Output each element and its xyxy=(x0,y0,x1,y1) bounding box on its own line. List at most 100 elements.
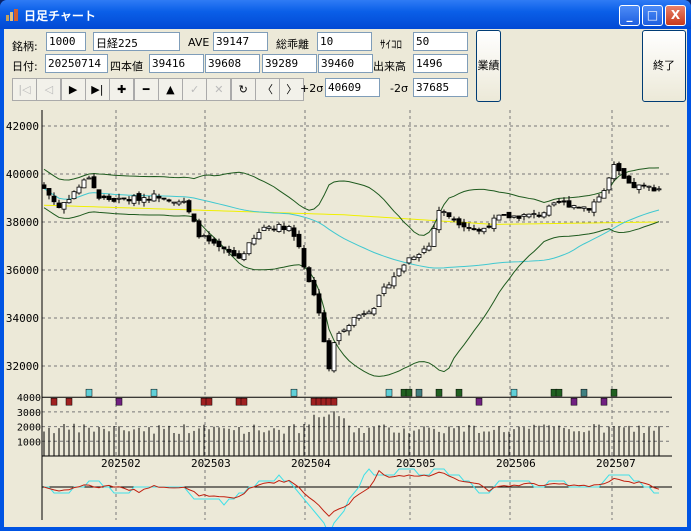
candle xyxy=(316,293,322,314)
candle xyxy=(566,200,572,208)
candle xyxy=(606,177,612,191)
low-input[interactable]: 39289 xyxy=(262,54,317,73)
title-bar[interactable]: 日足チャート _ □ X xyxy=(0,0,691,29)
candle xyxy=(311,279,317,296)
price-tick-label: 40000 xyxy=(6,168,39,181)
candle xyxy=(581,206,587,209)
refresh-button[interactable]: ↻ xyxy=(230,78,256,101)
candle xyxy=(226,248,232,253)
saikoro-input[interactable]: 50 xyxy=(413,32,468,51)
candle xyxy=(501,214,507,216)
candle xyxy=(626,175,632,184)
candle xyxy=(491,217,497,230)
ohlc-label: 四本値 xyxy=(110,60,143,73)
kairi-input[interactable]: 10 xyxy=(317,32,372,51)
check-button[interactable]: ✓ xyxy=(182,78,208,101)
first-button[interactable]: |◁ xyxy=(12,78,37,101)
candle xyxy=(66,199,72,204)
date-label: 日付: xyxy=(12,60,38,73)
volume-tick-label: 1000 xyxy=(17,437,41,448)
volume-input[interactable]: 1496 xyxy=(413,54,468,73)
price-chart[interactable]: 42000 40000 38000 36000 34000 32000 4000 3000 20… xyxy=(4,29,687,527)
candle xyxy=(541,212,547,218)
open-input[interactable]: 39416 xyxy=(149,54,204,73)
signal-marker xyxy=(290,388,298,397)
oscillator-cyan xyxy=(44,468,659,527)
candle xyxy=(451,218,457,221)
window-title: 日足チャート xyxy=(24,9,96,23)
candle xyxy=(391,276,397,287)
candle xyxy=(471,228,477,231)
candle xyxy=(346,325,352,332)
candle xyxy=(81,179,87,189)
candle xyxy=(251,237,257,245)
price-tick-label: 36000 xyxy=(6,264,39,277)
app-icon xyxy=(6,9,18,21)
signal-marker xyxy=(555,388,563,397)
minimize-button[interactable]: _ xyxy=(619,5,640,26)
zoom-in-button[interactable]: ✚ xyxy=(109,78,135,101)
price-tick-label: 38000 xyxy=(6,216,39,229)
candle xyxy=(576,206,582,209)
signal-marker xyxy=(50,397,58,406)
candle xyxy=(116,197,122,200)
zoom-out-button[interactable]: ━ xyxy=(133,78,159,101)
candle xyxy=(166,199,172,202)
close-button[interactable]: X xyxy=(665,5,686,26)
candle xyxy=(291,227,297,237)
client-area: 42000 40000 38000 36000 34000 32000 4000 3000 20… xyxy=(4,29,687,527)
candle xyxy=(181,200,187,203)
candle xyxy=(366,311,372,315)
last-button[interactable]: ▶| xyxy=(84,78,110,101)
candle xyxy=(651,187,657,192)
month-label: 202505 xyxy=(396,457,436,470)
signal-marker xyxy=(330,397,338,406)
up-button[interactable]: ▲ xyxy=(157,78,183,101)
plus2s-input[interactable]: 40609 xyxy=(325,78,380,97)
candle xyxy=(526,213,532,218)
play-button[interactable]: ▶ xyxy=(60,78,86,101)
signal-marker xyxy=(580,388,588,397)
candle xyxy=(631,181,637,189)
candle xyxy=(41,184,47,189)
date-input[interactable]: 20250714 xyxy=(45,54,108,73)
candle xyxy=(461,222,467,228)
minus2s-input[interactable]: 37685 xyxy=(413,78,468,97)
candle xyxy=(56,202,62,209)
signal-marker xyxy=(570,397,578,406)
candle xyxy=(96,189,102,199)
candle xyxy=(301,248,307,268)
maximize-button[interactable]: □ xyxy=(642,5,663,26)
candle xyxy=(176,201,182,205)
candle xyxy=(296,233,302,248)
gyoseki-button[interactable]: 業績 xyxy=(476,30,501,102)
bollinger-lower xyxy=(43,207,660,377)
cross-button[interactable]: ✕ xyxy=(206,78,232,101)
candle xyxy=(106,195,112,200)
high-input[interactable]: 39608 xyxy=(205,54,260,73)
exit-button[interactable]: 終了 xyxy=(642,30,686,102)
month-label: 202506 xyxy=(496,457,536,470)
candle xyxy=(86,177,92,180)
candle xyxy=(101,195,107,199)
close-input[interactable]: 39460 xyxy=(318,54,373,73)
ave-label: AVE xyxy=(188,36,210,49)
candle xyxy=(656,188,662,191)
prev-button[interactable]: ◁ xyxy=(36,78,62,101)
candle xyxy=(561,200,567,203)
candle xyxy=(551,202,557,206)
candle xyxy=(521,214,527,217)
candle xyxy=(61,202,67,210)
candle xyxy=(281,225,287,231)
code-input[interactable]: 1000 xyxy=(46,32,86,51)
candle xyxy=(481,227,487,233)
candle xyxy=(336,332,342,342)
scroll-left-button[interactable]: 〈 xyxy=(255,78,280,101)
candle xyxy=(646,185,652,188)
candle xyxy=(636,184,642,190)
month-label: 202502 xyxy=(101,457,141,470)
candle xyxy=(286,226,292,232)
name-input[interactable]: 日経225 xyxy=(93,32,180,51)
ave-input[interactable]: 39147 xyxy=(213,32,268,51)
candle xyxy=(356,314,362,319)
